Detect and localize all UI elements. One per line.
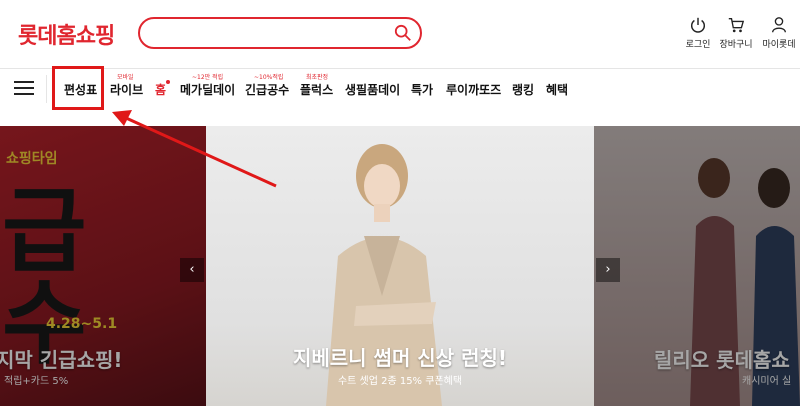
category-nav: 편성표 모바일 라이브 홈 ~12만 적립 메가딜데이 ~10%적립 긴급공수 … bbox=[0, 68, 800, 108]
nav-divider bbox=[46, 75, 47, 103]
hamburger-menu-icon[interactable] bbox=[14, 81, 34, 97]
slide-subtitle: 수트 셋업 2종 15% 쿠폰혜택 bbox=[337, 376, 463, 387]
logo[interactable]: 롯데홈쇼핑 bbox=[18, 18, 115, 50]
banner-slide-prev[interactable]: 쇼핑타임 급 수 4.28~5.1 지막 긴급쇼핑! 적립+카드 5% bbox=[0, 126, 206, 406]
nav-item-flux[interactable]: 플럭스 bbox=[300, 81, 333, 98]
nav-item-schedule[interactable]: 편성표 bbox=[64, 81, 97, 98]
slide-dim-overlay bbox=[594, 126, 800, 406]
search-icon[interactable] bbox=[394, 24, 412, 42]
slide-title: 지베르니 썸머 신상 런칭! bbox=[292, 346, 507, 370]
carousel-prev-button[interactable]: ‹ bbox=[180, 258, 204, 282]
nav-badge-megadeal: ~12만 적립 bbox=[192, 74, 224, 81]
nav-item-live[interactable]: 라이브 bbox=[110, 81, 143, 98]
nav-item-megadeal[interactable]: 메가딜데이 bbox=[180, 81, 235, 98]
banner-slide-current[interactable]: 지베르니 썸머 신상 런칭! 수트 셋업 2종 15% 쿠폰혜택 bbox=[206, 126, 594, 406]
nav-badge-live: 모바일 bbox=[117, 74, 134, 81]
power-icon bbox=[690, 17, 706, 33]
nav-item-essentials[interactable]: 생필품데이 bbox=[345, 81, 400, 98]
user-icon bbox=[772, 17, 786, 33]
mylotte-label: 마이롯데 bbox=[762, 40, 796, 50]
nav-item-home[interactable]: 홈 bbox=[155, 81, 166, 98]
cart-label: 장바구니 bbox=[719, 40, 753, 50]
cart-icon bbox=[728, 18, 745, 33]
nav-item-louis[interactable]: 루이까또즈 bbox=[446, 81, 501, 98]
nav-item-urgent[interactable]: 긴급공수 bbox=[245, 81, 289, 98]
search-bar[interactable] bbox=[138, 17, 422, 49]
nav-badge-flux: 최초판정 bbox=[306, 74, 329, 81]
banner-slide-next[interactable]: 릴리오 롯데홈쇼 캐시미어 실 bbox=[594, 126, 800, 406]
new-dot-icon bbox=[166, 80, 170, 84]
nav-item-special[interactable]: 특가 bbox=[411, 81, 433, 98]
nav-item-ranking[interactable]: 랭킹 bbox=[512, 81, 534, 98]
search-input[interactable] bbox=[154, 24, 394, 42]
mylotte-button[interactable]: 마이롯데 bbox=[755, 16, 800, 50]
header: 롯데홈쇼핑 로그인 장바구니 마이롯데 bbox=[0, 0, 800, 68]
slide-dim-overlay bbox=[0, 126, 206, 406]
main-banner-carousel: 쇼핑타임 급 수 4.28~5.1 지막 긴급쇼핑! 적립+카드 5% 지베르니… bbox=[0, 126, 800, 406]
nav-item-benefits[interactable]: 혜택 bbox=[546, 81, 568, 98]
nav-badge-urgent: ~10%적립 bbox=[254, 74, 284, 81]
carousel-next-button[interactable]: › bbox=[596, 258, 620, 282]
cart-button[interactable]: 장바구니 bbox=[712, 16, 760, 50]
